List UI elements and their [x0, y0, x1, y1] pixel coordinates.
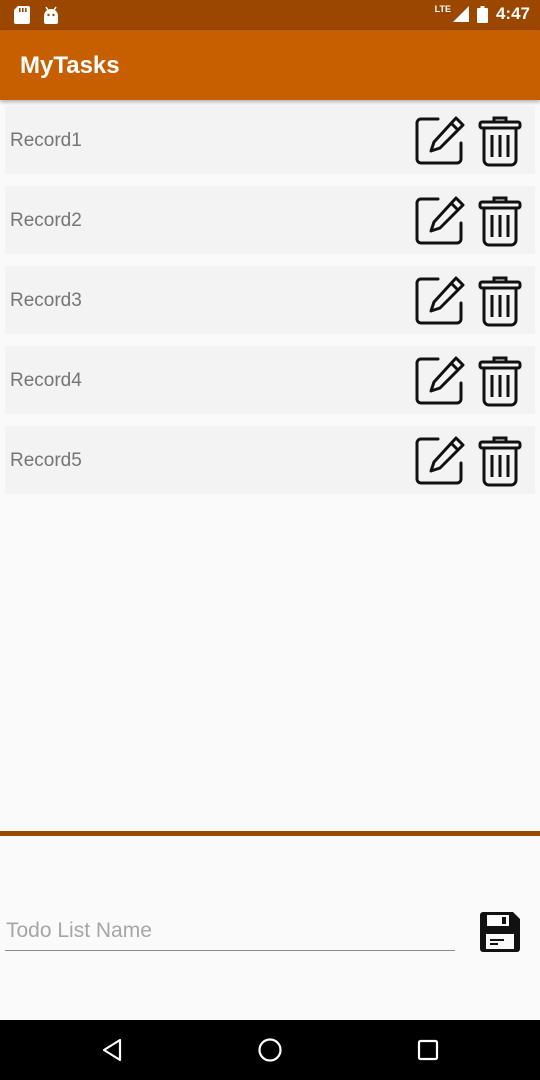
trash-icon [478, 356, 522, 407]
delete-button[interactable] [478, 435, 522, 487]
status-bar: LTE 4:47 [0, 0, 540, 30]
list-item[interactable]: Record2 [5, 186, 535, 254]
edit-button[interactable] [414, 435, 466, 487]
list-item[interactable]: Record4 [5, 346, 535, 414]
home-button[interactable] [257, 1037, 283, 1063]
edit-icon [415, 116, 465, 165]
save-button[interactable] [478, 910, 522, 954]
delete-button[interactable] [478, 355, 522, 407]
edit-icon [415, 436, 465, 485]
battery-icon [476, 5, 488, 23]
record-label: Record1 [10, 130, 82, 151]
edit-icon [415, 196, 465, 245]
back-icon [102, 1038, 122, 1062]
record-list: Record1 Record2 Record3 Record4 Record5 [5, 106, 535, 506]
record-label: Record2 [10, 210, 82, 231]
record-label: Record3 [10, 290, 82, 311]
recents-button[interactable] [415, 1037, 441, 1063]
navigation-bar [0, 1020, 540, 1080]
android-icon [44, 6, 58, 24]
status-system: LTE 4:47 [435, 4, 530, 24]
delete-button[interactable] [478, 115, 522, 167]
record-label: Record4 [10, 370, 82, 391]
list-item[interactable]: Record3 [5, 266, 535, 334]
status-time: 4:47 [495, 4, 530, 23]
signal-icon [452, 6, 469, 22]
floppy-disk-icon [480, 912, 520, 952]
edit-button[interactable] [414, 115, 466, 167]
edit-button[interactable] [414, 275, 466, 327]
trash-icon [478, 196, 522, 247]
page-title: MyTasks [20, 52, 120, 79]
record-label: Record5 [10, 450, 82, 471]
recents-icon [417, 1039, 439, 1061]
trash-icon [478, 436, 522, 487]
network-type-label: LTE [434, 4, 451, 14]
trash-icon [478, 116, 522, 167]
trash-icon [478, 276, 522, 327]
edit-icon [415, 276, 465, 325]
delete-button[interactable] [478, 195, 522, 247]
edit-button[interactable] [414, 195, 466, 247]
status-notifications [14, 6, 60, 24]
list-item[interactable]: Record1 [5, 106, 535, 174]
new-list-panel [0, 831, 540, 1020]
delete-button[interactable] [478, 275, 522, 327]
list-item[interactable]: Record5 [5, 426, 535, 494]
edit-button[interactable] [414, 355, 466, 407]
sd-card-icon [14, 6, 30, 24]
app-bar: MyTasks [0, 30, 540, 100]
todo-list-name-input[interactable] [5, 911, 455, 951]
back-button[interactable] [100, 1037, 126, 1063]
home-icon [258, 1038, 282, 1062]
edit-icon [415, 356, 465, 405]
